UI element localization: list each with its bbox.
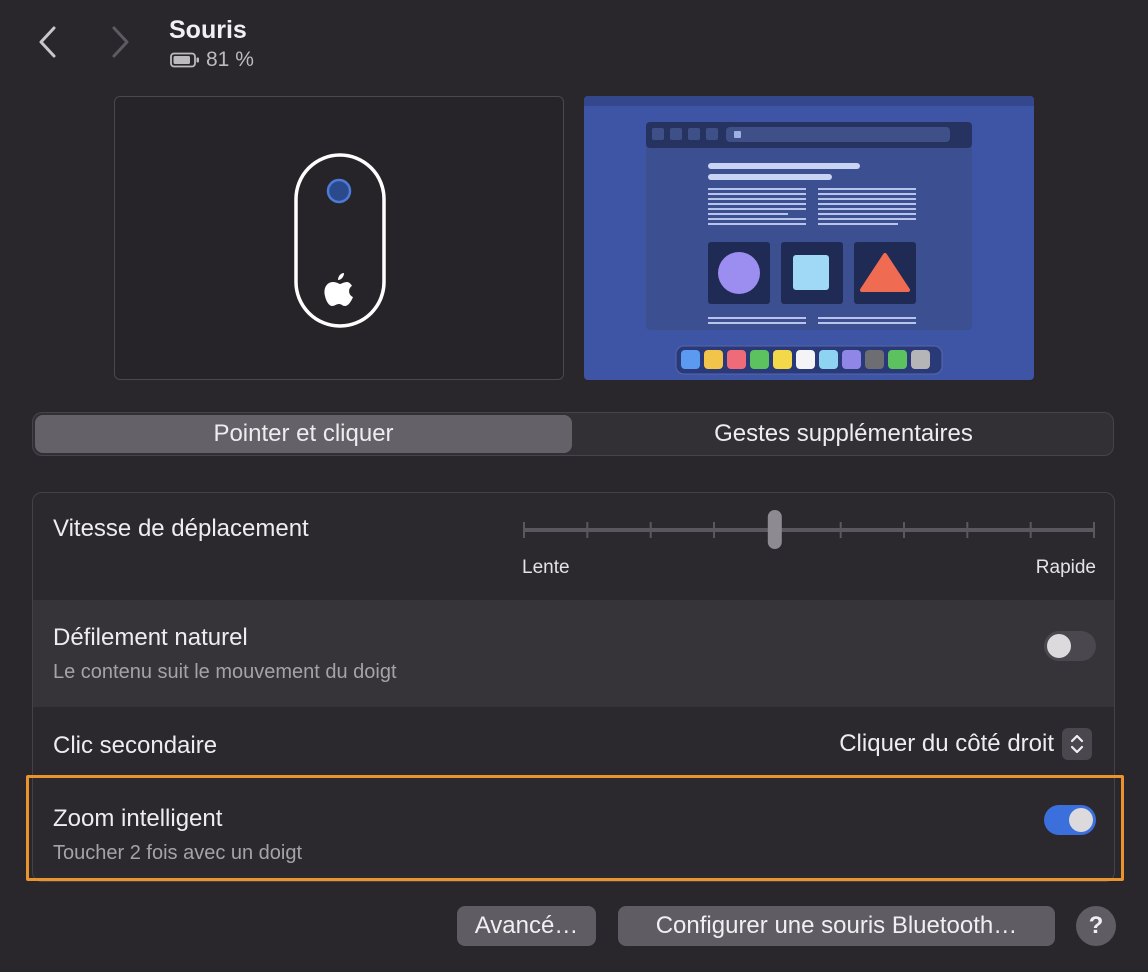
tracking-speed-slider[interactable] xyxy=(521,509,1097,551)
page-title: Souris xyxy=(169,16,247,44)
natural-scrolling-label: Défilement naturel xyxy=(53,624,248,651)
secondary-click-value: Cliquer du côté droit xyxy=(839,730,1054,757)
slider-tick xyxy=(966,522,969,538)
up-down-chevron-icon xyxy=(1070,734,1084,754)
slider-thumb[interactable] xyxy=(767,510,782,549)
smart-zoom-toggle[interactable] xyxy=(1044,805,1096,835)
smart-zoom-description: Toucher 2 fois avec un doigt xyxy=(53,842,303,864)
chevron-left-icon xyxy=(39,26,56,58)
tab-more-gestures[interactable]: Gestes supplémentaires xyxy=(574,413,1113,455)
battery-icon xyxy=(170,52,199,68)
slider-tick xyxy=(586,522,589,538)
slider-tick xyxy=(713,522,715,538)
natural-scrolling-row: Défilement naturel Le contenu suit le mo… xyxy=(33,600,1114,707)
natural-scrolling-toggle[interactable] xyxy=(1044,631,1096,661)
tab-bar: Pointer et cliquer Gestes supplémentaire… xyxy=(32,412,1114,456)
tracking-speed-row: Vitesse de déplacement Lente Rapide xyxy=(33,493,1114,600)
advanced-button[interactable]: Avancé… xyxy=(457,906,596,946)
secondary-click-select[interactable]: Cliquer du côté droit xyxy=(839,728,1092,760)
slider-tick xyxy=(903,522,905,538)
mouse-preview xyxy=(114,96,564,380)
toggle-knob xyxy=(1047,634,1071,658)
secondary-click-label: Clic secondaire xyxy=(53,732,218,759)
chevron-right-icon xyxy=(112,26,129,58)
magic-mouse-illustration xyxy=(294,153,386,328)
desktop-illustration xyxy=(584,96,1034,375)
pointer-preview xyxy=(584,96,1034,380)
toggle-knob xyxy=(1069,808,1093,832)
secondary-click-row: Clic secondaire Cliquer du côté droit xyxy=(33,707,1114,783)
select-stepper xyxy=(1062,728,1092,760)
apple-logo-icon xyxy=(324,273,353,306)
slider-tick xyxy=(523,522,525,538)
natural-scrolling-description: Le contenu suit le mouvement du doigt xyxy=(53,661,397,683)
slider-tick xyxy=(1093,522,1095,538)
smart-zoom-row: Zoom intelligent Toucher 2 fois avec un … xyxy=(33,783,1114,881)
settings-list: Vitesse de déplacement Lente Rapide Défi… xyxy=(32,492,1115,882)
help-button[interactable]: ? xyxy=(1076,906,1116,946)
forward-button[interactable] xyxy=(100,22,140,62)
slider-min-label: Lente xyxy=(522,557,570,578)
setup-bluetooth-mouse-button[interactable]: Configurer une souris Bluetooth… xyxy=(618,906,1055,946)
slider-tick xyxy=(839,522,842,538)
tab-point-and-click[interactable]: Pointer et cliquer xyxy=(35,413,572,455)
battery-status: 81 % xyxy=(170,48,254,72)
slider-tick xyxy=(649,522,652,538)
tracking-speed-label: Vitesse de déplacement xyxy=(53,515,309,542)
back-button[interactable] xyxy=(28,22,68,62)
slider-max-label: Rapide xyxy=(1035,557,1096,578)
smart-zoom-label: Zoom intelligent xyxy=(53,805,223,832)
slider-tick xyxy=(1029,522,1032,538)
battery-percent: 81 % xyxy=(206,48,254,71)
